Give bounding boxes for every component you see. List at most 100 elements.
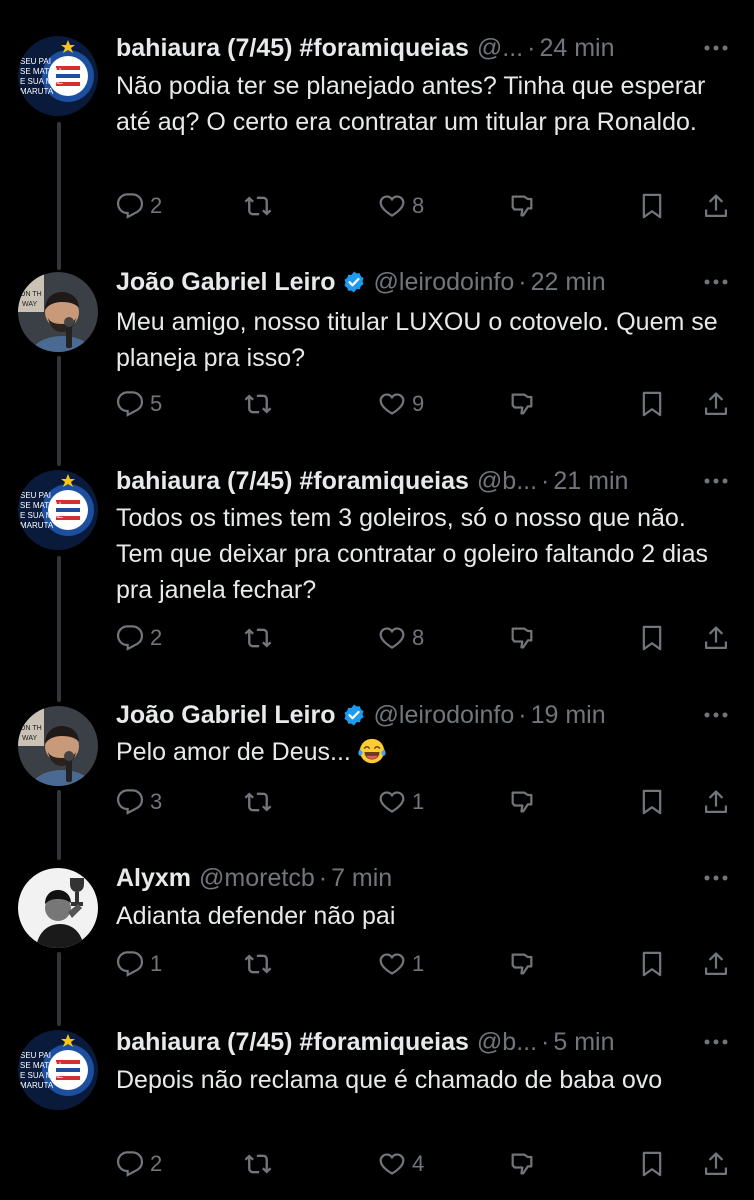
like-button[interactable]: 4 <box>378 1146 424 1182</box>
retweet-icon <box>244 628 272 648</box>
more-horizontal-icon <box>704 875 728 881</box>
author-handle[interactable]: @moretcb <box>199 864 315 893</box>
author-name[interactable]: bahiaura (7/45) #foramiqueias <box>116 467 469 496</box>
dislike-button[interactable] <box>508 188 536 224</box>
retweet-button[interactable] <box>244 188 278 224</box>
heart-icon <box>379 393 405 415</box>
share-button[interactable] <box>702 188 730 224</box>
bookmark-button[interactable] <box>638 386 666 422</box>
author-handle[interactable]: @b... <box>477 1028 537 1057</box>
reply-icon <box>116 193 144 219</box>
avatar-text: MARUTA <box>20 1081 54 1090</box>
reply-button[interactable]: 1 <box>116 946 162 982</box>
tweet[interactable]: SEU PAI SE MATOU E SUA MAE MARUTA bahiau… <box>0 0 754 240</box>
share-button[interactable] <box>702 1146 730 1182</box>
share-button[interactable] <box>702 386 730 422</box>
separator-dot: · <box>541 1027 550 1056</box>
author-handle[interactable]: @b... <box>477 467 537 496</box>
avatar-text: E SUA MAE <box>20 77 63 86</box>
like-button[interactable]: 1 <box>378 946 424 982</box>
reply-button[interactable]: 2 <box>116 1146 162 1182</box>
avatar[interactable]: LP ON TH WAY <box>18 706 98 786</box>
reply-button[interactable]: 2 <box>116 188 162 224</box>
tweet-text: Não podia ter se planejado antes? Tinha … <box>116 72 706 136</box>
dislike-button[interactable] <box>508 946 536 982</box>
tweet[interactable]: SEU PAI SE MATOU E SUA MAE MARUTA bahiau… <box>0 436 754 670</box>
dislike-button[interactable] <box>508 386 536 422</box>
avatar-text: E SUA MAE <box>20 511 63 520</box>
player-trophy-avatar <box>18 868 98 948</box>
dislike-button[interactable] <box>508 784 536 820</box>
thumbs-down-icon <box>511 791 533 813</box>
more-options-button[interactable] <box>698 264 734 300</box>
retweet-button[interactable] <box>244 386 278 422</box>
author-handle[interactable]: @... <box>477 34 523 63</box>
timestamp[interactable]: 24 min <box>539 34 614 63</box>
timestamp[interactable]: 21 min <box>553 467 628 496</box>
share-icon <box>704 1152 728 1176</box>
like-button[interactable]: 8 <box>378 620 424 656</box>
author-handle[interactable]: @leirodoinfo <box>374 268 515 297</box>
like-button[interactable]: 9 <box>378 386 424 422</box>
heart-icon <box>379 953 405 975</box>
share-button[interactable] <box>702 784 730 820</box>
bookmark-icon <box>642 391 662 417</box>
tweet[interactable]: LP ON TH WAY João Gabriel Leiro @leirodo… <box>0 240 754 436</box>
author-name[interactable]: Alyxm <box>116 864 191 893</box>
timestamp[interactable]: 22 min <box>531 268 606 297</box>
tweet[interactable]: SEU PAI SE MATOU E SUA MAE MARUTA bahiau… <box>0 998 754 1200</box>
heart-icon <box>379 1153 405 1175</box>
reply-button[interactable]: 5 <box>116 386 162 422</box>
retweet-button[interactable] <box>244 1146 278 1182</box>
retweet-button[interactable] <box>244 784 278 820</box>
author-name[interactable]: João Gabriel Leiro <box>116 268 336 297</box>
reply-count: 1 <box>150 951 163 976</box>
more-options-button[interactable] <box>698 463 734 499</box>
avatar-text: SE MATOU <box>20 67 61 76</box>
more-options-button[interactable] <box>698 697 734 733</box>
author-handle[interactable]: @leirodoinfo <box>374 701 515 730</box>
share-button[interactable] <box>702 620 730 656</box>
more-options-button[interactable] <box>698 30 734 66</box>
author-name[interactable]: bahiaura (7/45) #foramiqueias <box>116 1028 469 1057</box>
like-button[interactable]: 8 <box>378 188 424 224</box>
tweet[interactable]: Alyxm @moretcb · 7 min Adianta defender … <box>0 834 754 998</box>
heart-icon <box>379 627 405 649</box>
avatar[interactable]: LP ON TH WAY <box>18 272 98 352</box>
more-options-button[interactable] <box>698 1024 734 1060</box>
share-button[interactable] <box>702 946 730 982</box>
avatar-text: SEU PAI <box>20 1051 51 1060</box>
avatar[interactable] <box>18 868 98 948</box>
verified-badge-icon <box>344 704 364 726</box>
timestamp[interactable]: 5 min <box>553 1028 614 1057</box>
like-button[interactable]: 1 <box>378 784 424 820</box>
tweet[interactable]: LP ON TH WAY João Gabriel Leiro @leirodo… <box>0 670 754 834</box>
reply-icon <box>116 789 144 815</box>
timestamp[interactable]: 7 min <box>331 864 392 893</box>
timestamp[interactable]: 19 min <box>531 701 606 730</box>
avatar-text: SE MATOU <box>20 501 61 510</box>
bookmark-button[interactable] <box>638 946 666 982</box>
reply-button[interactable]: 3 <box>116 784 162 820</box>
author-name[interactable]: João Gabriel Leiro <box>116 701 336 730</box>
bookmark-button[interactable] <box>638 188 666 224</box>
like-count: 1 <box>412 789 425 814</box>
dislike-button[interactable] <box>508 1146 536 1182</box>
thumbs-down-icon <box>511 627 533 649</box>
face-with-tears-of-joy-emoji <box>358 738 386 764</box>
dislike-button[interactable] <box>508 620 536 656</box>
more-options-button[interactable] <box>698 860 734 896</box>
retweet-button[interactable] <box>244 620 278 656</box>
avatar[interactable]: SEU PAI SE MATOU E SUA MAE MARUTA <box>18 470 98 550</box>
share-icon <box>704 790 728 814</box>
retweet-button[interactable] <box>244 946 278 982</box>
tweet-actions: 2 4 <box>116 1146 732 1182</box>
reply-button[interactable]: 2 <box>116 620 162 656</box>
author-name[interactable]: bahiaura (7/45) #foramiqueias <box>116 34 469 63</box>
bookmark-button[interactable] <box>638 784 666 820</box>
tweet-text: Pelo amor de Deus... <box>116 734 724 770</box>
avatar[interactable]: SEU PAI SE MATOU E SUA MAE MARUTA <box>18 36 98 116</box>
avatar[interactable]: SEU PAI SE MATOU E SUA MAE MARUTA <box>18 1030 98 1110</box>
bookmark-button[interactable] <box>638 1146 666 1182</box>
bookmark-button[interactable] <box>638 620 666 656</box>
